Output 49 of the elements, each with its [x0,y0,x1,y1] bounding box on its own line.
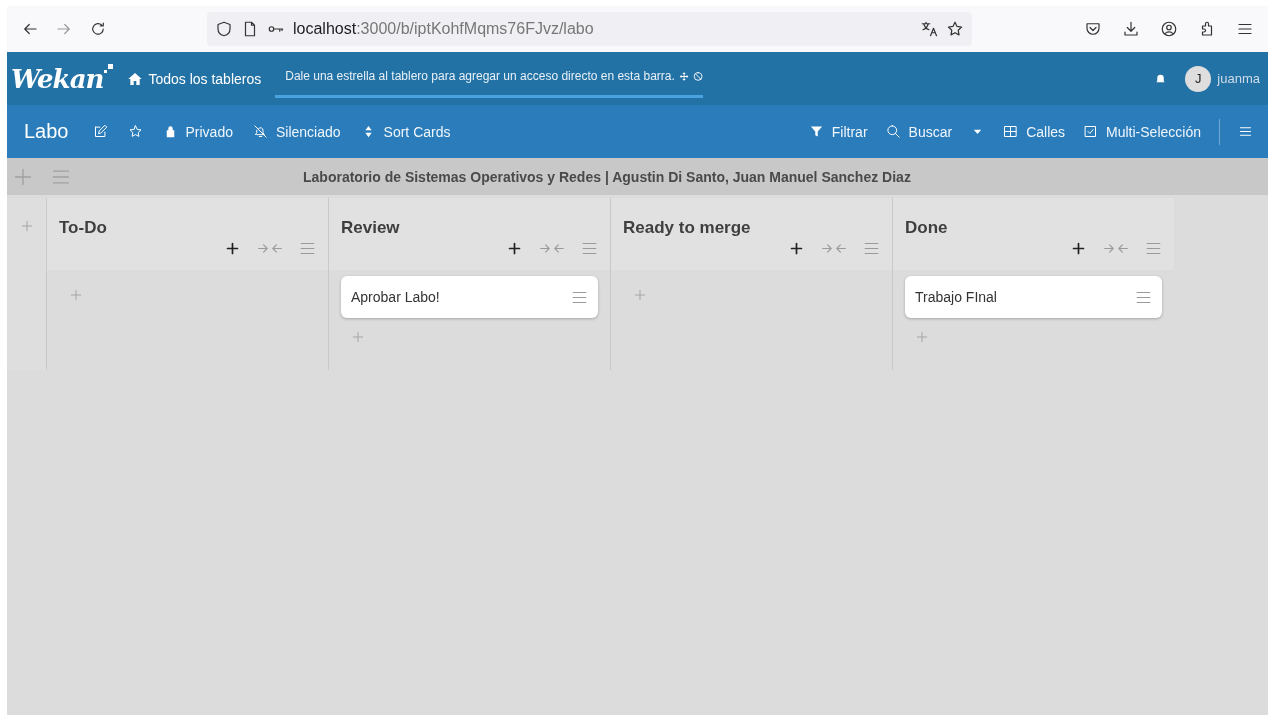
edit-icon[interactable] [92,124,108,139]
download-icon[interactable] [1122,20,1140,38]
checkbox-icon [1083,124,1099,139]
board-option[interactable]: Silenciado [252,123,341,140]
board-option[interactable]: Sort Cards [360,123,451,140]
list-menu-icon[interactable] [299,240,316,257]
board-option[interactable]: Privado [162,123,233,140]
list-menu-icon[interactable] [1145,240,1162,257]
card-title: Trabajo FInal [915,289,997,305]
card[interactable]: Aprobar Labo! [341,276,598,318]
card-title: Aprobar Labo! [351,289,440,305]
add-card-icon[interactable] [224,240,241,257]
board-option[interactable]: Calles [1003,123,1066,140]
reload-icon[interactable] [89,20,107,38]
home-icon [127,70,144,87]
add-card-icon[interactable] [506,240,523,257]
shield-icon [215,20,233,38]
announcement-text: Dale una estrella al tablero para agregar un acceso directo en esta barra. [285,69,675,83]
list-menu-icon[interactable] [581,240,598,257]
all-boards-link[interactable]: Todos los tableros [127,70,262,87]
logo-squares-icon [103,64,114,74]
translate-icon[interactable] [920,20,938,38]
board-option[interactable]: Buscar [885,123,953,140]
url-host: localhost [293,20,357,37]
board-option[interactable]: Multi-Selección [1083,123,1201,140]
url-path: :3000/b/iptKohfMqms76FJvz/labo [356,20,594,37]
pocket-icon[interactable] [1084,20,1102,38]
star-icon[interactable] [946,20,964,38]
list-title[interactable]: Review [341,218,400,237]
swimlane-title: Laboratorio de Sistemas Operativos y Redes | Agustin Di Santo, Juan Manuel Sanchez Diaz [303,168,911,185]
list-title[interactable]: Ready to merge [623,218,751,237]
board-option[interactable]: Filtrar [808,123,868,140]
block-icon[interactable] [693,69,704,83]
list-title[interactable]: Done [905,218,948,237]
username[interactable]: juanma [1217,71,1260,86]
add-card-icon[interactable] [788,240,805,257]
list-menu-icon[interactable] [863,240,880,257]
address-bar[interactable]: localhost:3000/b/iptKohfMqms76FJvz/labo [207,12,972,46]
user-avatar[interactable]: J [1185,65,1212,92]
star-icon[interactable] [127,124,143,139]
card[interactable]: Trabajo FInal [905,276,1162,318]
search-icon [885,124,901,139]
add-card-icon[interactable] [1070,240,1087,257]
list-title[interactable]: To-Do [59,218,107,237]
account-icon[interactable] [1160,20,1178,38]
wekan-logo[interactable]: Wekan [11,63,104,94]
grid-icon [1003,124,1019,139]
board-title[interactable]: Labo [24,120,69,143]
bell-off-icon [252,124,268,139]
